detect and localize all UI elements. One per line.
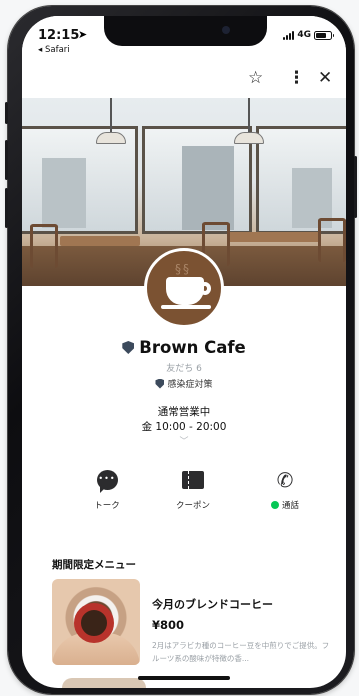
chat-button[interactable]: ••• トーク [62, 468, 152, 511]
badge-label: 感染症対策 [167, 380, 213, 390]
online-dot-icon [270, 501, 279, 509]
steam-icon: §§ [175, 262, 191, 276]
screen: 12:15 ➤ ◂ Safari 4G ☆ ⋮ ✕ §§ Brown Cafe … [22, 16, 346, 688]
coupon-label: クーポン [175, 501, 210, 511]
chat-bubble-icon: ••• [96, 470, 118, 493]
home-indicator[interactable] [138, 676, 230, 680]
account-name: Brown Cafe [139, 338, 246, 357]
coupon-icon [182, 471, 204, 489]
next-item-thumbnail [62, 678, 146, 688]
action-buttons: ••• トーク クーポン ✆ 通話 [22, 468, 346, 516]
battery-icon [314, 30, 334, 40]
camera-icon [222, 26, 230, 34]
coffee-mug-icon [74, 603, 114, 643]
menu-item-card[interactable]: 今月のブレンドコーヒー ¥800 2月はアラビカ種のコーヒー豆を中煎りでご提供。… [52, 579, 332, 667]
menu-item-description: 2月はアラビカ種のコーヒー豆を中煎りでご提供。フルーツ系の酸味が特徴の香... [152, 641, 330, 663]
friend-count: 友だち 6 [166, 364, 202, 374]
call-button[interactable]: ✆ 通話 [240, 468, 330, 511]
silent-switch [5, 102, 8, 124]
verified-shield-icon [122, 341, 135, 354]
location-arrow-icon: ➤ [78, 28, 88, 41]
avatar: §§ [144, 248, 224, 328]
phone-icon: ✆ [276, 468, 294, 492]
menu-item-thumbnail [52, 579, 140, 665]
section-title: 期間限定メニュー [52, 559, 136, 571]
business-hours: 金 10:00 - 20:00 [141, 421, 227, 433]
power-button [354, 156, 357, 218]
notch [104, 16, 267, 46]
business-status: 通常営業中 [157, 406, 211, 418]
chevron-down-icon[interactable]: ﹀ [22, 434, 346, 447]
coffee-cup-icon [166, 277, 204, 305]
top-bar: ☆ ⋮ ✕ [22, 60, 346, 96]
account-name-row: Brown Cafe [22, 338, 346, 357]
star-icon[interactable]: ☆ [248, 68, 263, 88]
shield-icon [155, 378, 165, 389]
close-icon[interactable]: ✕ [318, 68, 332, 88]
call-label: 通話 [281, 501, 299, 511]
coupon-button[interactable]: クーポン [148, 468, 238, 511]
chat-label: トーク [94, 501, 120, 511]
signal-icon [282, 30, 295, 40]
menu-item-price: ¥800 [152, 618, 185, 632]
status-icons: 4G [282, 30, 334, 40]
back-to-safari-link[interactable]: ◂ Safari [38, 45, 70, 55]
infection-control-badge[interactable]: 感染症対策 [22, 377, 346, 390]
more-vertical-icon[interactable]: ⋮ [288, 68, 305, 88]
volume-up-button [5, 140, 8, 180]
clock: 12:15 [38, 28, 80, 43]
status-bar: 12:15 ➤ ◂ Safari 4G [22, 16, 346, 60]
network-label: 4G [297, 30, 311, 40]
volume-down-button [5, 188, 8, 228]
menu-item-title: 今月のブレンドコーヒー [152, 598, 273, 611]
